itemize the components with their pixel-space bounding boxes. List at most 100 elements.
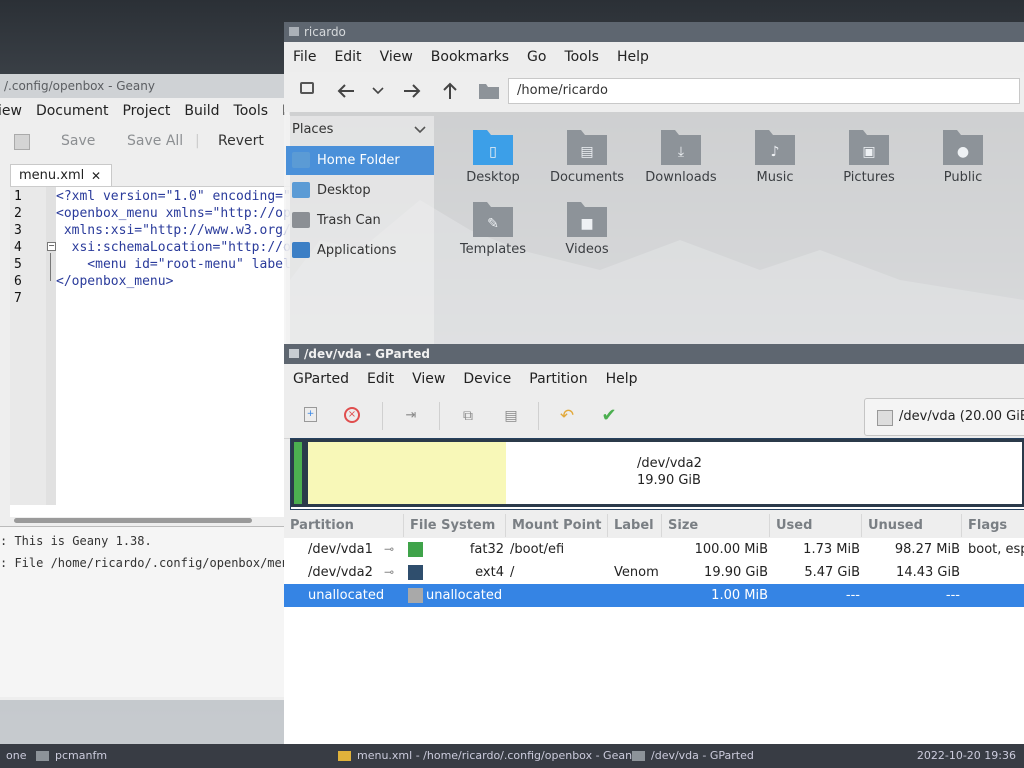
- place-trash-can[interactable]: Trash Can: [286, 206, 434, 235]
- pcmanfm-menu-bookmarks[interactable]: Bookmarks: [422, 42, 518, 72]
- forward-arrow-icon[interactable]: [402, 83, 422, 99]
- partition-row[interactable]: /dev/vda1 ⊸ fat32/boot/efi 100.00 MiB 1.73 M…: [284, 538, 1024, 561]
- partition-row[interactable]: unallocated unallocated 1.00 MiB --- ---: [284, 584, 1024, 607]
- geany-menu-document[interactable]: Document: [29, 98, 116, 124]
- picture-icon: ▣: [849, 130, 889, 165]
- gparted-titlebar[interactable]: /dev/vda - GParted: [284, 344, 1024, 364]
- folder-templates[interactable]: ✎ Templates: [446, 198, 540, 270]
- save-button[interactable]: Save: [61, 133, 95, 149]
- disk-icon: [877, 410, 893, 426]
- folder-label: Templates: [459, 242, 527, 257]
- folder-public[interactable]: ● Public: [916, 126, 1010, 198]
- taskbar-item-pcmanfm[interactable]: pcmanfm: [36, 744, 107, 768]
- filesystem: fat32: [469, 542, 504, 557]
- pcmanfm-menu-go[interactable]: Go: [518, 42, 555, 72]
- pcmanfm-menu-edit[interactable]: Edit: [325, 42, 370, 72]
- save-file-icon[interactable]: [14, 134, 30, 150]
- delete-partition-icon[interactable]: ×: [344, 407, 360, 423]
- pcmanfm-title: ricardo: [304, 25, 346, 39]
- pcmanfm-menu-view[interactable]: View: [371, 42, 422, 72]
- tab-close-icon[interactable]: ✕: [91, 165, 101, 187]
- disk-map: /dev/vda2 19.90 GiB: [290, 438, 1024, 510]
- tab-menu-xml[interactable]: menu.xml ✕: [10, 164, 112, 186]
- fold-collapse-icon[interactable]: −: [47, 242, 56, 251]
- geany-menu-build[interactable]: Build: [177, 98, 226, 124]
- code-line[interactable]: <?xml version="1.0" encoding="utf-8"?>: [56, 189, 290, 204]
- folder-downloads[interactable]: ⤓ Downloads: [634, 126, 728, 198]
- gparted-menu-gparted[interactable]: GParted: [284, 364, 358, 394]
- gparted-menu-view[interactable]: View: [403, 364, 454, 394]
- column-header-partition[interactable]: Partition: [284, 514, 404, 537]
- svg-text:♪: ♪: [771, 144, 780, 160]
- place-applications[interactable]: Applications: [286, 236, 434, 265]
- message-line: : This is Geany 1.38.: [0, 534, 152, 548]
- code-line[interactable]: xsi:schemaLocation="http://openbox.org/"…: [56, 240, 290, 255]
- column-header-file-system[interactable]: File System: [404, 514, 506, 537]
- up-arrow-icon[interactable]: [442, 81, 458, 101]
- folder-pictures[interactable]: ▣ Pictures: [822, 126, 916, 198]
- gparted-menu-edit[interactable]: Edit: [358, 364, 403, 394]
- pcmanfm-menu-tools[interactable]: Tools: [555, 42, 608, 72]
- geany-menu-tools[interactable]: Tools: [227, 98, 276, 124]
- folder-label: Videos: [565, 242, 609, 257]
- folder-desktop[interactable]: ▯ Desktop: [446, 126, 540, 198]
- gparted-menu-partition[interactable]: Partition: [520, 364, 596, 394]
- chevron-down-icon[interactable]: [414, 126, 426, 134]
- used: 1.73 MiB: [803, 542, 860, 557]
- horizontal-scrollbar[interactable]: [14, 518, 252, 523]
- geany-menu-project[interactable]: Project: [115, 98, 177, 124]
- pcmanfm-menu-help[interactable]: Help: [608, 42, 658, 72]
- filesystem-color-swatch: [408, 542, 423, 557]
- pcmanfm-titlebar[interactable]: ricardo: [284, 22, 1024, 42]
- apply-check-icon[interactable]: ✔: [600, 407, 618, 425]
- taskbar: one pcmanfm menu.xml - /home/ricardo/.con…: [0, 744, 1024, 768]
- gparted-title: /dev/vda - GParted: [304, 347, 430, 361]
- mount-point: /: [510, 565, 515, 580]
- column-header-size[interactable]: Size: [662, 514, 770, 537]
- partition-vda1-block[interactable]: [291, 439, 305, 507]
- taskbar-item-gparted[interactable]: /dev/vda - GParted: [632, 744, 754, 768]
- geany-menu-iew[interactable]: iew: [0, 98, 29, 124]
- back-arrow-icon[interactable]: [336, 83, 356, 99]
- unused: ---: [945, 588, 960, 603]
- folder-label: Public: [943, 170, 983, 185]
- place-home-folder[interactable]: Home Folder: [286, 146, 434, 175]
- column-header-used[interactable]: Used: [770, 514, 862, 537]
- column-header-mount-point[interactable]: Mount Point: [506, 514, 608, 537]
- partition-vda2-block[interactable]: /dev/vda2 19.90 GiB: [305, 439, 1024, 507]
- gparted-menu-device[interactable]: Device: [454, 364, 520, 394]
- column-header-label[interactable]: Label: [608, 514, 662, 537]
- used: ---: [845, 588, 860, 603]
- place-label: Home Folder: [317, 153, 400, 168]
- paste-icon[interactable]: ▤: [502, 407, 520, 425]
- used: 5.47 GiB: [804, 565, 860, 580]
- resize-move-icon[interactable]: ⇥: [402, 407, 420, 425]
- user-icon: ●: [943, 130, 983, 165]
- code-line[interactable]: xmlns:xsi="http://www.w3.org/2001/XMLSch…: [56, 223, 290, 238]
- new-tab-icon[interactable]: [300, 82, 314, 94]
- partition-row[interactable]: /dev/vda2 ⊸ ext4 / Venom 19.90 GiB 5.47 GiB 14.…: [284, 561, 1024, 584]
- device-selector[interactable]: /dev/vda (20.00 GiB): [864, 398, 1024, 436]
- taskbar-item-geany[interactable]: menu.xml - /home/ricardo/.config/openbox…: [338, 744, 639, 768]
- gparted-menu-help[interactable]: Help: [597, 364, 647, 394]
- save-all-button[interactable]: Save All: [127, 133, 183, 149]
- copy-icon[interactable]: ⧉: [459, 407, 477, 425]
- address-bar[interactable]: /home/ricardo: [508, 78, 1020, 104]
- pcmanfm-menu-file[interactable]: File: [284, 42, 325, 72]
- revert-button[interactable]: Revert: [218, 133, 264, 149]
- undo-icon[interactable]: ↶: [558, 407, 576, 425]
- code-editor[interactable]: − 1 2 3 4 5 6 7 <?xml version="1.0" encoding="…: [10, 186, 290, 517]
- code-line[interactable]: <menu id="root-menu" label="obmenu-gener…: [56, 257, 290, 272]
- workspace-switcher[interactable]: one: [6, 744, 26, 768]
- history-dropdown-icon[interactable]: [372, 87, 384, 95]
- folder-music[interactable]: ♪ Music: [728, 126, 822, 198]
- geany-titlebar[interactable]: /.config/openbox - Geany: [0, 74, 290, 98]
- column-header-flags[interactable]: Flags: [962, 514, 1024, 537]
- folder-documents[interactable]: ▤ Documents: [540, 126, 634, 198]
- code-line[interactable]: </openbox_menu>: [56, 274, 173, 289]
- new-partition-icon[interactable]: +: [304, 407, 317, 422]
- code-line[interactable]: <openbox_menu xmlns="http://openbox.org/…: [56, 206, 290, 221]
- folder-videos[interactable]: ■ Videos: [540, 198, 634, 270]
- place-desktop[interactable]: Desktop: [286, 176, 434, 205]
- column-header-unused[interactable]: Unused: [862, 514, 962, 537]
